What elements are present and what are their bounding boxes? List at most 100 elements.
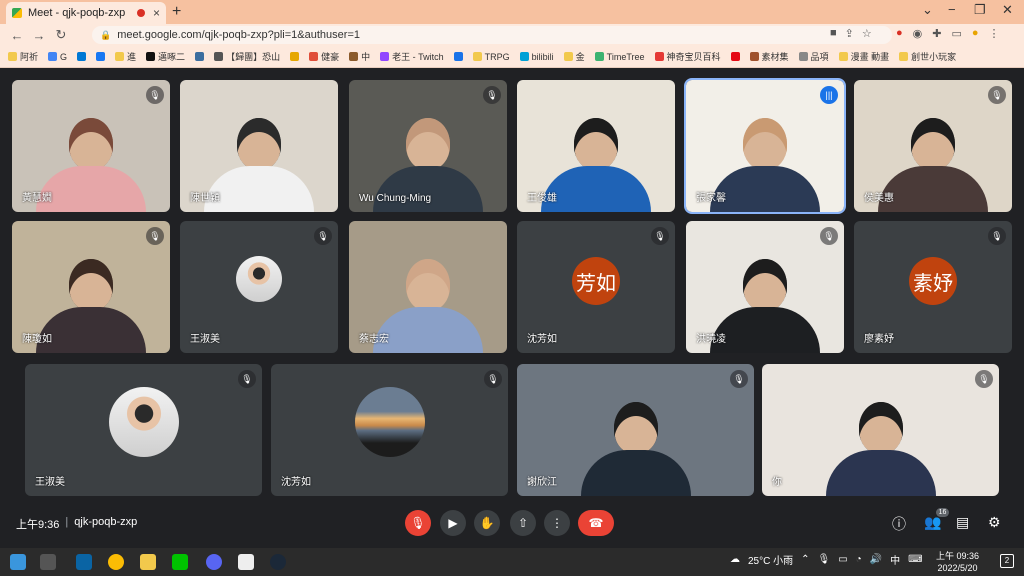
url-input[interactable]: 🔒 meet.google.com/qjk-poqb-zxp?pli=1&aut… bbox=[92, 26, 892, 44]
participant-tile[interactable]: 沈芳如 🎙 bbox=[271, 364, 508, 496]
network-icon[interactable]: ◔ bbox=[856, 554, 862, 565]
bookmark-item[interactable] bbox=[453, 52, 463, 61]
mic-tray-icon[interactable]: 🎙 bbox=[818, 554, 831, 565]
info-icon[interactable]: ⓘ bbox=[892, 514, 906, 534]
windows-start-icon[interactable] bbox=[10, 554, 26, 570]
participant-tile[interactable]: 侯美惠 🎙 bbox=[854, 80, 1012, 212]
task-view-icon[interactable] bbox=[40, 554, 56, 570]
participant-tile[interactable]: 你 🎙 bbox=[762, 364, 999, 496]
adblock-icon[interactable]: ● bbox=[896, 27, 903, 40]
browser-tab[interactable]: Meet - qjk-poqb-zxp × bbox=[6, 2, 166, 24]
bookmark-item[interactable]: 中 bbox=[349, 50, 370, 63]
star-icon[interactable]: ☆ bbox=[862, 27, 872, 40]
meeting-code: qjk-poqb-zxp bbox=[74, 516, 138, 528]
extension-circle-icon[interactable]: ◉ bbox=[913, 27, 923, 40]
discord-icon[interactable] bbox=[206, 554, 222, 570]
bookmark-item[interactable]: TimeTree bbox=[594, 52, 645, 62]
bookmark-item[interactable]: TRPG bbox=[472, 52, 510, 62]
new-tab-button[interactable]: + bbox=[172, 3, 181, 21]
participant-tile[interactable]: 黃慧嫺 🎙 bbox=[12, 80, 170, 212]
more-options-button[interactable]: ⋮ bbox=[544, 510, 570, 536]
bookmark-item[interactable]: 健豪 bbox=[309, 50, 339, 63]
bookmark-item[interactable]: 漫畫 動畫 bbox=[838, 50, 889, 63]
back-icon[interactable]: ← bbox=[6, 28, 28, 43]
forward-icon[interactable]: → bbox=[28, 28, 50, 43]
people-icon[interactable]: 👥 16 bbox=[924, 508, 950, 531]
bookmark-item[interactable] bbox=[730, 52, 740, 61]
participant-tile[interactable]: Wu Chung-Ming 🎙 bbox=[349, 80, 507, 212]
leave-call-button[interactable]: ☎ bbox=[578, 510, 614, 536]
participant-tile[interactable]: 芳如 沈芳如 🎙 bbox=[517, 221, 675, 353]
close-window-button[interactable]: ✕ bbox=[1002, 2, 1013, 18]
bookmark-icon bbox=[96, 52, 106, 61]
bookmark-item[interactable] bbox=[77, 52, 87, 61]
ime-indicator[interactable]: 中 bbox=[890, 552, 900, 567]
participant-tile[interactable]: 洪曉凌 🎙 bbox=[686, 221, 844, 353]
participant-tile[interactable]: 王俊雄 bbox=[517, 80, 675, 212]
sidebar-icon[interactable]: ▭ bbox=[951, 27, 961, 40]
participant-tile[interactable]: 陳瓊如 🎙 bbox=[12, 221, 170, 353]
puzzle-icon[interactable]: ✚ bbox=[932, 27, 941, 40]
share-icon[interactable]: ⇪ bbox=[845, 27, 854, 40]
bookmark-item[interactable]: 金 bbox=[563, 50, 585, 63]
line-icon[interactable] bbox=[172, 554, 188, 570]
keyboard-icon[interactable]: ⌨ bbox=[908, 554, 922, 565]
notification-icon[interactable]: 2 bbox=[1000, 554, 1014, 568]
minimize-button[interactable]: − bbox=[948, 2, 956, 17]
bookmark-item[interactable]: 創世小玩家 bbox=[899, 50, 956, 63]
participant-video bbox=[204, 118, 314, 212]
tray-chevron-icon[interactable]: ⌃ bbox=[801, 554, 809, 565]
raise-hand-button[interactable]: ✋ bbox=[474, 510, 500, 536]
participant-tile[interactable]: 蔡志宏 bbox=[349, 221, 507, 353]
bookmark-label: 邁啄二 bbox=[158, 52, 186, 62]
participant-tile[interactable]: 王淑美 🎙 bbox=[180, 221, 338, 353]
bookmark-item[interactable] bbox=[290, 52, 300, 61]
camera-button[interactable]: ▶ bbox=[440, 510, 466, 536]
separator: | bbox=[65, 516, 69, 528]
present-button[interactable]: ⇧ bbox=[510, 510, 536, 536]
mic-off-button[interactable]: 🎙 bbox=[405, 510, 431, 536]
chat-icon[interactable]: ▤ bbox=[956, 514, 969, 531]
bookmark-item[interactable]: 邁啄二 bbox=[146, 50, 185, 63]
bookmark-label: 金 bbox=[575, 52, 585, 62]
participant-tile[interactable]: 陳世穎 bbox=[180, 80, 338, 212]
steam-icon[interactable] bbox=[270, 554, 286, 570]
activities-icon[interactable]: ⚙ bbox=[988, 514, 1001, 531]
tab-close-icon[interactable]: × bbox=[153, 6, 160, 20]
bookmark-item[interactable]: 素材集 bbox=[749, 50, 789, 63]
app-icon[interactable] bbox=[76, 554, 92, 570]
participant-tile[interactable]: 素妤 廖素妤 🎙 bbox=[854, 221, 1012, 353]
participant-tile[interactable]: 王淑美 🎙 bbox=[25, 364, 262, 496]
bookmark-icon bbox=[899, 52, 909, 61]
bookmark-item[interactable] bbox=[195, 52, 205, 61]
volume-icon[interactable]: 🔊 bbox=[870, 554, 882, 565]
taskbar-clock[interactable]: 上午 09:36 2022/5/20 bbox=[936, 550, 979, 574]
chrome-icon[interactable] bbox=[108, 554, 124, 570]
weather-text[interactable]: 25°C 小雨 bbox=[748, 552, 793, 567]
profile-icon[interactable]: ● bbox=[972, 27, 979, 40]
menu-icon[interactable]: ⋮ bbox=[989, 27, 1000, 40]
bookmark-item[interactable]: 神奇宝贝百科 bbox=[654, 50, 721, 63]
camera-icon[interactable]: ■ bbox=[830, 27, 837, 40]
file-explorer-icon[interactable] bbox=[140, 554, 156, 570]
weather-icon[interactable]: ☁ bbox=[730, 554, 740, 565]
bookmark-item[interactable]: 品項 bbox=[798, 50, 829, 63]
participant-tile[interactable]: 張家馨 ||| bbox=[684, 78, 846, 214]
bookmark-item[interactable] bbox=[96, 52, 106, 61]
bookmark-item[interactable]: bilibili bbox=[519, 52, 554, 62]
maximize-button[interactable]: ❐ bbox=[974, 2, 986, 18]
bookmark-icon bbox=[654, 52, 664, 61]
chevron-down-icon[interactable]: ⌄ bbox=[922, 2, 933, 18]
bookmark-icon bbox=[349, 52, 359, 61]
bookmark-item[interactable]: 【歸團】恐山 bbox=[214, 50, 280, 63]
bookmark-icon bbox=[563, 52, 573, 61]
bookmark-item[interactable]: 進 bbox=[115, 50, 136, 63]
bookmark-item[interactable]: 阿祈 bbox=[8, 50, 38, 63]
system-tray: ☁ 25°C 小雨 ⌃ 🎙 ▭ ◔ 🔊 中 ⌨ bbox=[730, 552, 923, 567]
bookmark-item[interactable]: 老王 - Twitch bbox=[380, 50, 444, 63]
battery-icon[interactable]: ▭ bbox=[838, 554, 847, 565]
participant-tile[interactable]: 謝欣江 🎙 bbox=[517, 364, 754, 496]
app-icon-2[interactable] bbox=[238, 554, 254, 570]
bookmark-item[interactable]: G bbox=[48, 52, 67, 62]
reload-icon[interactable]: ↻ bbox=[50, 27, 72, 43]
